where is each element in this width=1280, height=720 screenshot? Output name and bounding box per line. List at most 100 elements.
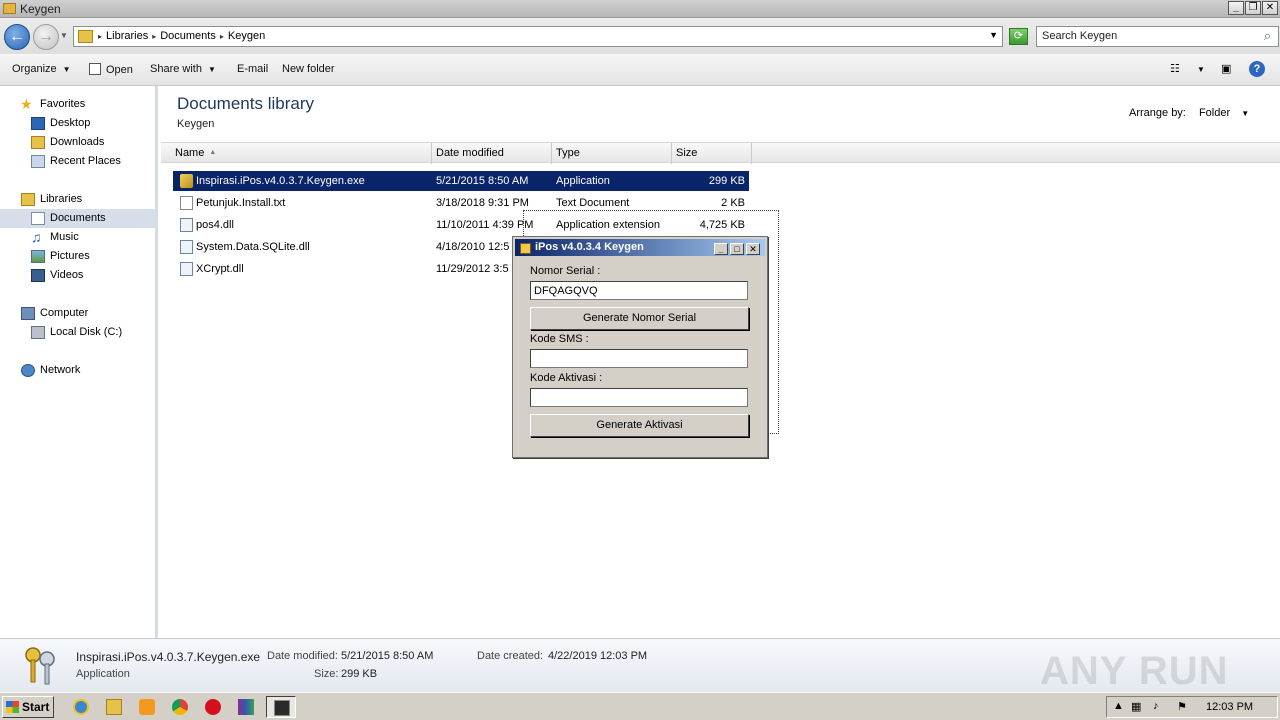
column-header-date[interactable]: Date modified [432, 143, 552, 164]
taskbar-explorer[interactable] [99, 696, 129, 718]
key-icon [520, 243, 531, 254]
start-label: Start [22, 700, 50, 714]
breadcrumb-keygen[interactable]: Keygen [228, 30, 265, 42]
address-dropdown[interactable]: ▼ [989, 30, 998, 40]
nav-videos[interactable]: Videos [0, 266, 155, 285]
dialog-close-button[interactable]: ✕ [746, 243, 760, 255]
dialog-titlebar[interactable]: iPos v4.0.3.4 Keygen _ □ ✕ [515, 239, 765, 256]
address-bar[interactable]: ▸ Libraries ▸ Documents ▸ Keygen ▼ [73, 26, 1003, 47]
taskbar-media-player[interactable] [132, 696, 162, 718]
hard-drive-icon [31, 326, 45, 339]
back-button[interactable]: ← [4, 24, 30, 50]
window-titlebar[interactable]: Keygen _ ❐ ✕ [0, 0, 1280, 18]
volume-icon[interactable]: ♪ [1153, 700, 1159, 712]
dll-file-icon [180, 262, 193, 276]
nav-label: Recent Places [50, 155, 121, 167]
arrange-by-control[interactable]: Arrange by: Folder ▼ [1129, 107, 1249, 119]
taskbar-opera[interactable] [198, 696, 228, 718]
email-button[interactable]: E-mail [237, 63, 268, 75]
breadcrumb-separator[interactable]: ▸ [152, 32, 156, 41]
search-input[interactable]: Search Keygen ⌕ [1036, 26, 1279, 47]
taskbar-keygen[interactable] [266, 696, 296, 718]
details-pane: Inspirasi.iPos.v4.0.3.7.Keygen.exe Appli… [0, 638, 1280, 693]
downloads-folder-icon [31, 136, 45, 149]
recent-pages-dropdown[interactable]: ▼ [60, 31, 68, 40]
chevron-down-icon[interactable]: ▼ [1197, 65, 1205, 74]
column-header-type[interactable]: Type [552, 143, 672, 164]
sms-label: Kode SMS : [530, 333, 589, 345]
generate-serial-button[interactable]: Generate Nomor Serial [530, 307, 749, 330]
videos-icon [31, 269, 45, 282]
chevron-down-icon: ▼ [1241, 109, 1250, 118]
view-options-icon[interactable]: ☷ [1170, 62, 1180, 75]
help-icon[interactable]: ? [1249, 61, 1265, 77]
keys-icon [25, 647, 55, 685]
forward-button[interactable]: → [33, 24, 59, 50]
file-date: 5/21/2015 8:50 AM [436, 175, 529, 187]
nav-label: Videos [50, 269, 84, 281]
breadcrumb-documents[interactable]: Documents [160, 30, 216, 42]
breadcrumb-separator[interactable]: ▸ [220, 32, 224, 41]
window-controls: _ ❐ ✕ [1228, 1, 1278, 15]
star-icon: ★ [20, 96, 33, 112]
dialog-minimize-button[interactable]: _ [714, 243, 728, 255]
column-header-name[interactable]: Name ▲ [171, 143, 432, 164]
taskbar-ie[interactable] [66, 696, 96, 718]
file-date: 4/18/2010 12:5 [436, 241, 510, 253]
dialog-maximize-button[interactable]: □ [730, 243, 744, 255]
network-status-icon[interactable]: ▦ [1131, 700, 1141, 713]
sms-code-input[interactable] [530, 349, 748, 368]
open-label: Open [106, 64, 133, 76]
nav-label: Desktop [50, 117, 91, 129]
navigation-pane: ★ Favorites Desktop Downloads Recent Pla… [0, 86, 158, 638]
refresh-button[interactable]: ⟳ [1009, 28, 1028, 45]
minimize-button[interactable]: _ [1228, 1, 1244, 15]
dll-file-icon [180, 218, 193, 232]
action-center-flag-icon[interactable]: ⚑ [1177, 700, 1187, 713]
share-with-button[interactable]: Share with ▼ [150, 63, 216, 75]
nav-network[interactable]: Network [0, 361, 155, 380]
nav-music[interactable]: ♫ Music [0, 228, 155, 247]
breadcrumb-separator[interactable]: ▸ [98, 32, 102, 41]
new-folder-button[interactable]: New folder [282, 63, 335, 75]
arrange-by-value: Folder [1198, 107, 1231, 119]
share-with-label: Share with [150, 63, 202, 75]
breadcrumb: ▸ Libraries ▸ Documents ▸ Keygen [98, 30, 265, 42]
activation-code-input[interactable] [530, 388, 748, 407]
nav-pictures[interactable]: Pictures [0, 247, 155, 266]
taskbar-winrar[interactable] [231, 696, 261, 718]
search-icon[interactable]: ⌕ [1259, 29, 1276, 44]
chevron-down-icon: ▼ [62, 65, 71, 74]
nav-computer[interactable]: Computer [0, 304, 155, 323]
nav-recent-places[interactable]: Recent Places [0, 152, 155, 171]
dialog-title: iPos v4.0.3.4 Keygen [535, 241, 644, 253]
clock[interactable]: 12:03 PM [1206, 701, 1253, 713]
breadcrumb-libraries[interactable]: Libraries [106, 30, 148, 42]
nav-desktop[interactable]: Desktop [0, 114, 155, 133]
close-button[interactable]: ✕ [1262, 1, 1278, 15]
nav-label: Network [40, 364, 81, 376]
file-row[interactable]: Inspirasi.iPos.v4.0.3.7.Keygen.exe 5/21/… [173, 171, 749, 191]
show-hidden-icons-icon[interactable]: ▲ [1113, 700, 1124, 712]
nav-downloads[interactable]: Downloads [0, 133, 155, 152]
nav-documents[interactable]: Documents [0, 209, 155, 228]
internet-explorer-icon [73, 699, 89, 715]
file-date: 11/10/2011 4:39 PM [436, 219, 534, 231]
preview-pane-icon[interactable]: ▣ [1221, 62, 1231, 75]
nav-local-disk[interactable]: Local Disk (C:) [0, 323, 155, 342]
generate-activation-button[interactable]: Generate Aktivasi [530, 414, 749, 437]
serial-input[interactable] [530, 281, 748, 300]
organize-button[interactable]: Organize ▼ [12, 63, 71, 75]
nav-label: Local Disk (C:) [50, 326, 123, 338]
maximize-button[interactable]: ❐ [1245, 1, 1261, 15]
nav-favorites[interactable]: ★ Favorites [0, 95, 155, 114]
column-header-size[interactable]: Size [672, 143, 752, 164]
watermark: ANY RUN [1040, 649, 1229, 693]
open-button[interactable]: Open [89, 63, 133, 76]
details-filetype: Application [76, 668, 130, 680]
nav-libraries[interactable]: Libraries [0, 190, 155, 209]
libraries-icon [21, 193, 35, 206]
chrome-icon [172, 699, 188, 715]
taskbar-chrome[interactable] [165, 696, 195, 718]
start-button[interactable]: Start [2, 696, 54, 718]
